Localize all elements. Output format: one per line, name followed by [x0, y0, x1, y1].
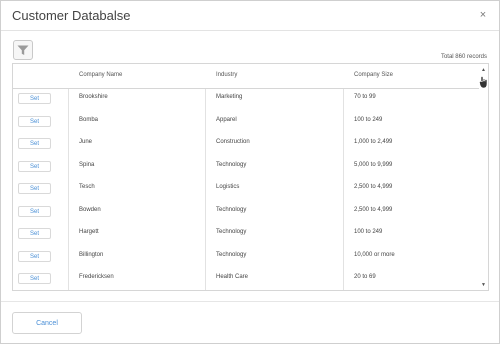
cell-company-name: Billington [79, 251, 104, 258]
cell-company-name: Bowden [79, 206, 101, 213]
close-button[interactable]: × [477, 9, 489, 21]
set-button[interactable]: Set [18, 205, 51, 217]
table-row: Set Billington Technology 10,000 or more [13, 250, 480, 274]
cell-industry: Technology [216, 229, 247, 235]
cell-company-name: June [79, 139, 93, 145]
set-button[interactable]: Set [18, 183, 51, 194]
cell-company-size: 2,500 to 4,999 [354, 206, 393, 213]
cell-company-size: 20 to 69 [354, 274, 376, 280]
set-button[interactable]: Set [18, 93, 51, 104]
cell-company-name: Fredericksen [79, 274, 114, 280]
records-grid: Company Name Industry Company Size Set Br… [12, 63, 489, 291]
cell-company-name: Brookshire [79, 94, 108, 100]
vertical-scrollbar[interactable]: ▲ ▼ [479, 64, 488, 290]
cell-company-size: 1,000 to 2,499 [354, 139, 393, 145]
set-button[interactable]: Set [18, 138, 51, 149]
dialog-titlebar: Customer Databalse × [1, 1, 499, 31]
column-header-company-size[interactable]: Company Size [354, 72, 393, 78]
set-button[interactable]: Set [18, 273, 51, 284]
set-button[interactable]: Set [18, 228, 51, 239]
footer-divider [1, 301, 499, 302]
cell-company-size: 2,500 to 4,999 [354, 184, 393, 190]
cell-company-size: 100 to 249 [354, 116, 383, 123]
cell-industry: Logistics [216, 184, 240, 190]
grid-header: Company Name Industry Company Size [13, 64, 488, 89]
table-row: Set Brookshire Marketing 70 to 99 [13, 93, 480, 116]
cell-industry: Health Care [216, 274, 249, 280]
table-row: Set Spina Technology 5,000 to 9,999 [13, 160, 480, 184]
column-header-company-name[interactable]: Company Name [79, 72, 122, 78]
mouse-cursor-icon [479, 76, 488, 89]
cancel-button[interactable]: Cancel [12, 312, 82, 334]
table-row: Set Bomba Apparel 100 to 249 [13, 115, 480, 139]
table-row: Set Fredericksen Health Care 20 to 69 [13, 273, 480, 290]
scroll-up-icon[interactable]: ▲ [481, 67, 486, 73]
cell-company-name: Spina [79, 161, 95, 168]
customer-database-dialog: Customer Databalse × Total 860 records C… [0, 0, 500, 344]
set-button[interactable]: Set [18, 115, 51, 127]
table-row: Set Tesch Logistics 2,500 to 4,999 [13, 183, 480, 206]
set-button[interactable]: Set [18, 160, 51, 172]
table-row: Set Hargett Technology 100 to 249 [13, 228, 480, 251]
cell-company-name: Hargett [79, 229, 99, 235]
cell-industry: Technology [216, 206, 247, 213]
table-row: Set Bowden Technology 2,500 to 4,999 [13, 205, 480, 229]
cell-company-size: 100 to 249 [354, 229, 383, 235]
dialog-title: Customer Databalse [12, 8, 131, 23]
filter-icon [17, 45, 29, 55]
scroll-down-icon[interactable]: ▼ [481, 282, 486, 288]
cell-company-name: Tesch [79, 184, 95, 190]
cell-company-size: 70 to 99 [354, 94, 376, 100]
cell-industry: Technology [216, 251, 247, 258]
column-header-industry[interactable]: Industry [216, 72, 237, 78]
cell-company-size: 10,000 or more [354, 251, 395, 258]
cell-company-name: Bomba [79, 116, 99, 123]
cell-industry: Technology [216, 161, 247, 168]
table-row: Set June Construction 1,000 to 2,499 [13, 138, 480, 161]
set-button[interactable]: Set [18, 250, 51, 262]
cell-industry: Construction [216, 139, 250, 145]
cell-industry: Marketing [216, 94, 243, 100]
filter-button[interactable] [13, 40, 33, 60]
total-records: Total 860 records [440, 54, 487, 60]
cell-industry: Apparel [216, 116, 237, 123]
cell-company-size: 5,000 to 9,999 [354, 161, 393, 168]
